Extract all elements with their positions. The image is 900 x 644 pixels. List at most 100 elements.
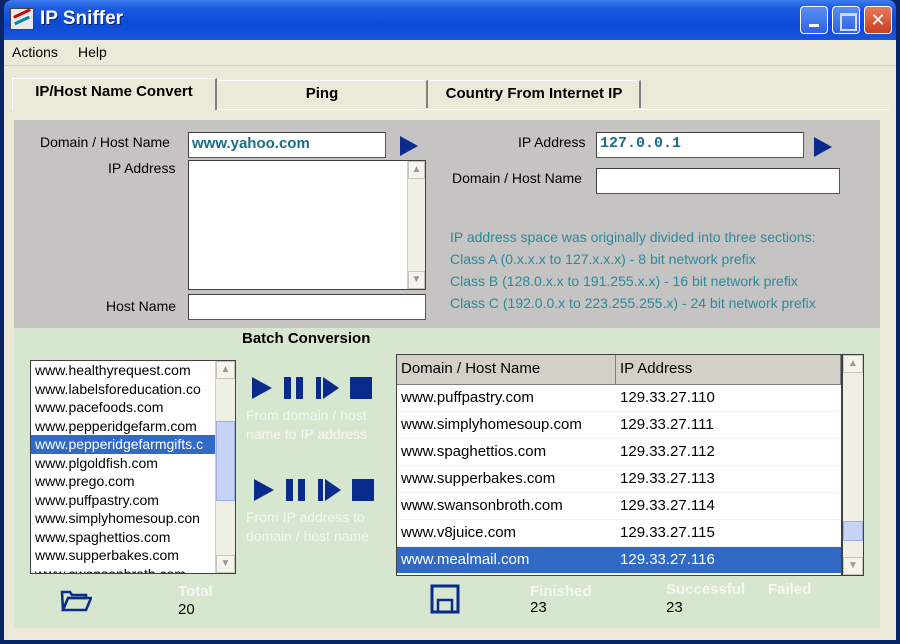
to-host-caption: From IP address to domain / host name bbox=[246, 509, 369, 544]
window-title: IP Sniffer bbox=[40, 8, 124, 29]
successful-value: 23 bbox=[666, 599, 683, 616]
domain-list[interactable]: www.healthyrequest.com www.labelsforeduca… bbox=[30, 360, 236, 574]
pause-icon[interactable] bbox=[284, 377, 304, 399]
results-scrollbar[interactable]: ▲ ▼ bbox=[842, 354, 864, 576]
stop-icon[interactable] bbox=[350, 377, 372, 399]
cell-ip: 129.33.27.110 bbox=[620, 389, 715, 406]
ip-class-info: IP address space was originally divided … bbox=[450, 226, 816, 314]
right-domain-label: Domain / Host Name bbox=[452, 170, 582, 186]
results-table[interactable]: Domain / Host Name IP Address www.puffpa… bbox=[396, 354, 842, 576]
tab-divider bbox=[217, 109, 889, 110]
cell-ip: 129.33.27.116 bbox=[620, 551, 715, 568]
ip-address-output[interactable]: ▲ ▼ bbox=[188, 160, 426, 290]
list-item[interactable]: www.simplyhomesoup.con bbox=[31, 509, 215, 528]
list-item[interactable]: www.swansonbroth.com bbox=[31, 565, 215, 574]
table-row[interactable]: www.v8juice.com 129.33.27.115 bbox=[397, 520, 841, 547]
step-icon[interactable] bbox=[316, 377, 339, 399]
stop-icon[interactable] bbox=[352, 479, 374, 501]
scroll-up-icon[interactable]: ▲ bbox=[843, 355, 863, 373]
list-item[interactable]: www.pepperidgefarm.com bbox=[31, 417, 215, 436]
list-item[interactable]: www.healthyrequest.com bbox=[31, 361, 215, 380]
app-icon bbox=[10, 8, 34, 30]
client-area: Actions Help IP/Host Name Convert Ping C… bbox=[4, 40, 896, 640]
scroll-down-icon[interactable]: ▼ bbox=[216, 555, 235, 573]
domain-input[interactable]: www.yahoo.com bbox=[188, 132, 386, 158]
batch-title: Batch Conversion bbox=[242, 330, 371, 347]
open-folder-icon[interactable] bbox=[60, 588, 92, 612]
ip-output-scrollbar[interactable]: ▲ ▼ bbox=[407, 161, 425, 289]
host-name-input[interactable] bbox=[188, 294, 426, 320]
scroll-down-icon[interactable]: ▼ bbox=[843, 557, 863, 575]
info-line: IP address space was originally divided … bbox=[450, 229, 816, 245]
scroll-up-icon[interactable]: ▲ bbox=[216, 361, 235, 379]
list-item[interactable]: www.plgoldfish.com bbox=[31, 454, 215, 473]
table-row[interactable]: www.swansonbroth.com 129.33.27.114 bbox=[397, 493, 841, 520]
cell-domain: www.v8juice.com bbox=[401, 524, 517, 541]
step-icon[interactable] bbox=[318, 479, 341, 501]
total-value: 20 bbox=[178, 601, 195, 618]
scroll-down-icon[interactable]: ▼ bbox=[408, 271, 425, 289]
to-ip-controls bbox=[252, 377, 372, 399]
right-ip-label: IP Address bbox=[518, 134, 586, 150]
maximize-button[interactable] bbox=[832, 6, 860, 34]
cell-ip: 129.33.27.112 bbox=[620, 443, 715, 460]
total-label: Total bbox=[178, 583, 213, 600]
domain-output[interactable] bbox=[596, 168, 840, 194]
list-item[interactable]: www.pacefoods.com bbox=[31, 398, 215, 417]
ip-input[interactable]: 127.0.0.1 bbox=[596, 132, 804, 158]
to-host-controls bbox=[254, 479, 374, 501]
column-header-ip[interactable]: IP Address bbox=[616, 355, 841, 384]
app-window: IP Sniffer ✕ Actions Help IP/Host Name C… bbox=[0, 0, 900, 644]
cell-domain: www.supperbakes.com bbox=[401, 470, 556, 487]
table-row[interactable]: www.supperbakes.com 129.33.27.113 bbox=[397, 466, 841, 493]
list-item[interactable]: www.prego.com bbox=[31, 472, 215, 491]
play-icon[interactable] bbox=[254, 479, 274, 501]
list-item[interactable]: www.pepperidgefarmgifts.c bbox=[31, 435, 215, 454]
scroll-thumb[interactable] bbox=[216, 421, 235, 501]
domain-list-scrollbar[interactable]: ▲ ▼ bbox=[215, 361, 235, 573]
ip-address-label: IP Address bbox=[108, 160, 176, 176]
info-line: Class C (192.0.0.x to 223.255.255.x) - 2… bbox=[450, 295, 816, 311]
scroll-up-icon[interactable]: ▲ bbox=[408, 161, 425, 179]
table-row[interactable]: www.spaghettios.com 129.33.27.112 bbox=[397, 439, 841, 466]
cell-domain: www.swansonbroth.com bbox=[401, 497, 563, 514]
table-row[interactable]: www.mealmail.com 129.33.27.116 bbox=[397, 547, 841, 574]
cell-domain: www.mealmail.com bbox=[401, 551, 530, 568]
pause-icon[interactable] bbox=[286, 479, 306, 501]
finished-value: 23 bbox=[530, 599, 547, 616]
table-row[interactable]: www.simplyhomesoup.com 129.33.27.111 bbox=[397, 412, 841, 439]
tab-country-from-ip[interactable]: Country From Internet IP bbox=[429, 80, 641, 108]
to-ip-caption: From domain / host name to IP address bbox=[246, 407, 368, 442]
info-line: Class B (128.0.x.x to 191.255.x.x) - 16 … bbox=[450, 273, 798, 289]
resolve-domain-arrow-icon[interactable] bbox=[400, 136, 418, 156]
list-item[interactable]: www.spaghettios.com bbox=[31, 528, 215, 547]
play-icon[interactable] bbox=[252, 377, 272, 399]
menu-actions[interactable]: Actions bbox=[12, 44, 58, 60]
info-line: Class A (0.x.x.x to 127.x.x.x) - 8 bit n… bbox=[450, 251, 756, 267]
cell-domain: www.spaghettios.com bbox=[401, 443, 547, 460]
minimize-button[interactable] bbox=[800, 6, 828, 34]
table-header: Domain / Host Name IP Address bbox=[397, 355, 841, 385]
host-name-label: Host Name bbox=[106, 298, 177, 314]
save-icon[interactable] bbox=[430, 584, 460, 614]
successful-label: Successful bbox=[666, 581, 746, 598]
resolve-ip-arrow-icon[interactable] bbox=[814, 137, 832, 157]
cell-ip: 129.33.27.114 bbox=[620, 497, 715, 514]
close-button[interactable]: ✕ bbox=[864, 6, 892, 34]
cell-ip: 129.33.27.115 bbox=[620, 524, 715, 541]
scroll-thumb[interactable] bbox=[843, 521, 863, 541]
menu-help[interactable]: Help bbox=[78, 44, 107, 60]
menu-bar: Actions Help bbox=[4, 40, 896, 66]
tab-ip-host-convert[interactable]: IP/Host Name Convert bbox=[12, 78, 217, 110]
cell-ip: 129.33.27.111 bbox=[620, 416, 714, 433]
list-item[interactable]: www.labelsforeducation.co bbox=[31, 380, 215, 399]
finished-label: Finished bbox=[530, 583, 592, 600]
list-item[interactable]: www.supperbakes.com bbox=[31, 546, 215, 565]
cell-domain: www.puffpastry.com bbox=[401, 389, 534, 406]
list-item[interactable]: www.puffpastry.com bbox=[31, 491, 215, 510]
domain-label: Domain / Host Name bbox=[40, 134, 170, 150]
tab-ping[interactable]: Ping bbox=[218, 80, 428, 108]
title-bar: IP Sniffer ✕ bbox=[4, 0, 896, 40]
column-header-domain[interactable]: Domain / Host Name bbox=[397, 355, 617, 384]
table-row[interactable]: www.puffpastry.com 129.33.27.110 bbox=[397, 385, 841, 412]
